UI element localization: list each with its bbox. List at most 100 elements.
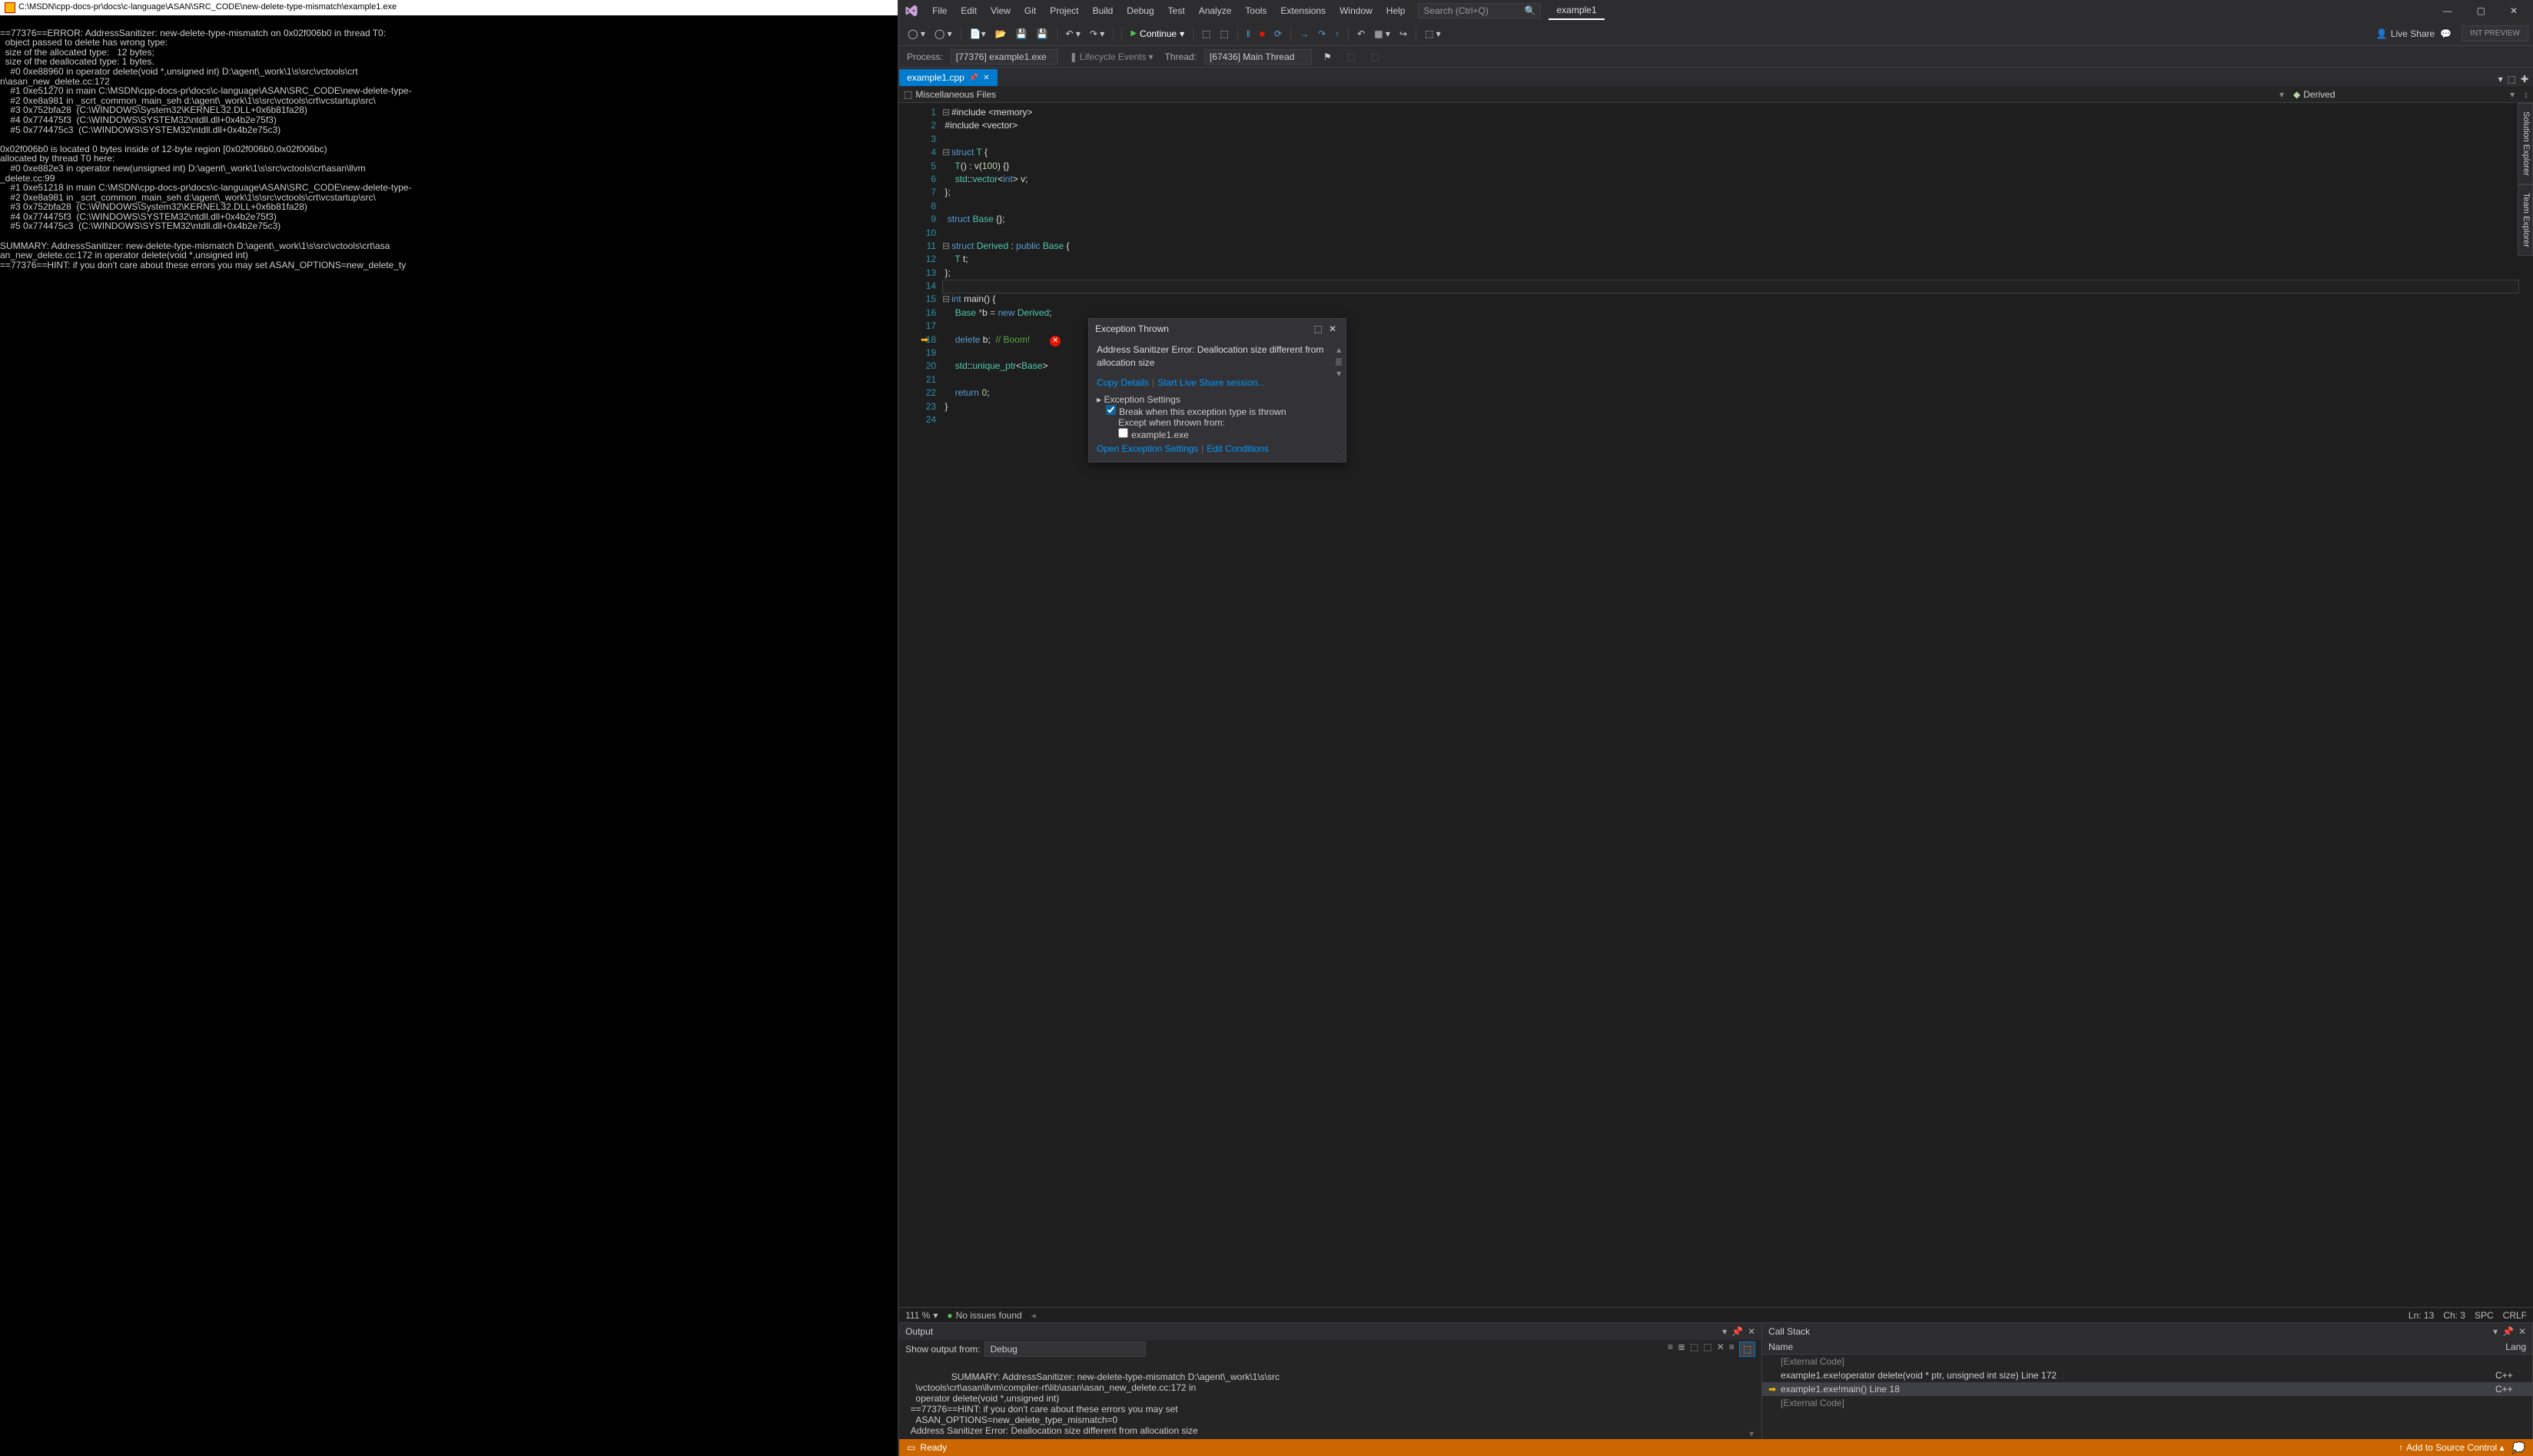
type-combo[interactable]: ◆Derived▾: [2289, 88, 2519, 101]
nav-back-button[interactable]: ◯ ▾: [904, 26, 929, 41]
tab-close-icon[interactable]: ✕: [983, 74, 989, 82]
pause-button[interactable]: ‖: [1243, 26, 1254, 41]
stackframe-button[interactable]: ⬚: [1343, 49, 1359, 65]
console-title-bar[interactable]: C:\MSDN\cpp-docs-pr\docs\c-language\ASAN…: [0, 0, 898, 15]
preview-tab-icon[interactable]: ▾: [2498, 74, 2503, 85]
output-icon[interactable]: ⬚: [1703, 1342, 1711, 1357]
scroll-left-icon[interactable]: ◂: [1031, 1310, 1036, 1321]
process-combo[interactable]: [77376] example1.exe: [951, 49, 1058, 65]
pane-dropdown-icon[interactable]: ▾: [1722, 1326, 1727, 1337]
thread-combo[interactable]: [67436] Main Thread: [1204, 49, 1312, 65]
pane-pin-icon[interactable]: 📌: [2502, 1326, 2514, 1337]
solution-explorer-tab[interactable]: Solution Explorer: [2518, 103, 2533, 184]
save-button[interactable]: 💾: [1012, 26, 1031, 41]
menu-git[interactable]: Git: [1018, 2, 1043, 19]
menu-help[interactable]: Help: [1379, 2, 1413, 19]
split-icon[interactable]: ↕: [2519, 89, 2533, 100]
menu-extensions[interactable]: Extensions: [1273, 2, 1333, 19]
callstack-row[interactable]: example1.exe!operator delete(void * ptr,…: [1762, 1368, 2532, 1382]
open-button[interactable]: 📂: [991, 26, 1011, 41]
output-icon[interactable]: ≡: [1668, 1342, 1673, 1357]
popup-close-icon[interactable]: ✕: [1326, 323, 1340, 334]
close-button[interactable]: ✕: [2498, 1, 2530, 21]
step-fwd-button[interactable]: ↪: [1396, 26, 1411, 41]
undo-button[interactable]: ↶ ▾: [1062, 26, 1084, 41]
nav-fwd-button[interactable]: ◯ ▾: [931, 26, 956, 41]
callstack-col-lang[interactable]: Lang: [2505, 1342, 2526, 1352]
save-all-button[interactable]: 💾: [1033, 26, 1052, 41]
code-editor[interactable]: 123456789101112131415161718192021222324 …: [899, 103, 2533, 1307]
continue-button[interactable]: Continue ▾: [1127, 26, 1188, 41]
pin-icon[interactable]: 📌: [969, 74, 978, 82]
pane-close-icon[interactable]: ✕: [1748, 1326, 1755, 1337]
output-text[interactable]: SUMMARY: AddressSanitizer: new-delete-ty…: [899, 1358, 1761, 1439]
add-to-source-control-button[interactable]: Add to Source Control ▴: [2399, 1442, 2504, 1453]
step-back-button[interactable]: ↶: [1353, 26, 1369, 41]
live-share-button[interactable]: 👤 Live Share: [2376, 28, 2435, 39]
callstack-row[interactable]: [External Code]: [1762, 1396, 2532, 1410]
menu-tools[interactable]: Tools: [1238, 2, 1273, 19]
vs-logo-icon[interactable]: [902, 2, 921, 20]
zoom-combo[interactable]: 111 % ▾: [905, 1310, 938, 1321]
output-clear-icon[interactable]: ✕: [1717, 1342, 1725, 1357]
output-wrap-icon[interactable]: ≡: [1729, 1342, 1735, 1357]
menu-view[interactable]: View: [984, 2, 1018, 19]
open-exception-settings-link[interactable]: Open Exception Settings: [1097, 443, 1198, 454]
pane-close-icon[interactable]: ✕: [2518, 1326, 2526, 1337]
output-source-combo[interactable]: Debug: [984, 1342, 1146, 1357]
scope-combo[interactable]: ⬚Miscellaneous Files▾: [899, 88, 2289, 101]
new-item-button[interactable]: 📄▾: [966, 26, 990, 41]
console-window: C:\MSDN\cpp-docs-pr\docs\c-language\ASAN…: [0, 0, 899, 1456]
console-output[interactable]: ==77376==ERROR: AddressSanitizer: new-de…: [0, 15, 898, 1456]
menu-edit[interactable]: Edit: [954, 2, 984, 19]
debug-icon2[interactable]: ⬚: [1216, 26, 1232, 41]
flag-button[interactable]: ⚑: [1320, 49, 1336, 65]
full-screen-icon[interactable]: ⬚: [2508, 74, 2516, 85]
team-explorer-tab[interactable]: Team Explorer: [2518, 184, 2533, 256]
pin-icon[interactable]: ⬚: [1311, 323, 1326, 334]
menu-build[interactable]: Build: [1086, 2, 1120, 19]
menu-debug[interactable]: Debug: [1120, 2, 1160, 19]
menu-test[interactable]: Test: [1161, 2, 1192, 19]
snapshot-button[interactable]: ▦ ▾: [1370, 26, 1394, 41]
menu-window[interactable]: Window: [1333, 2, 1379, 19]
lifecycle-events-button[interactable]: ❚ Lifecycle Events ▾: [1066, 49, 1157, 65]
debug-icon[interactable]: ⬚: [1198, 26, 1214, 41]
output-active-icon[interactable]: ⬚: [1739, 1342, 1755, 1357]
callstack-row[interactable]: ➡example1.exe!main() Line 18C++: [1762, 1382, 2532, 1396]
output-icon[interactable]: ⬚: [1690, 1342, 1698, 1357]
step-out-button[interactable]: ↑: [1331, 26, 1343, 41]
add-tab-icon[interactable]: ✚: [2521, 74, 2528, 85]
break-on-exception-checkbox[interactable]: [1106, 405, 1116, 415]
redo-button[interactable]: ↷ ▾: [1086, 26, 1108, 41]
menu-project[interactable]: Project: [1043, 2, 1085, 19]
output-icon[interactable]: ≣: [1678, 1342, 1685, 1357]
search-input[interactable]: Search (Ctrl+Q)🔍: [1418, 3, 1541, 18]
feedback-button[interactable]: 💬: [2436, 26, 2455, 41]
pane-dropdown-icon[interactable]: ▾: [2493, 1326, 2498, 1337]
notifications-icon[interactable]: 💭: [2512, 1441, 2525, 1454]
exception-settings-header[interactable]: Exception Settings: [1104, 394, 1180, 405]
restart-button[interactable]: ⟳: [1270, 26, 1286, 41]
callstack-col-name[interactable]: Name: [1768, 1342, 2505, 1352]
menu-file[interactable]: File: [925, 2, 954, 19]
resize-grip-icon[interactable]: ⋰: [1336, 452, 1344, 460]
step-over-button[interactable]: ↷: [1314, 26, 1330, 41]
line-indicator: Ln: 13: [2409, 1310, 2434, 1321]
start-live-share-link[interactable]: Start Live Share session...: [1157, 377, 1265, 388]
tab-example1-cpp[interactable]: example1.cpp 📌 ✕: [899, 69, 998, 86]
except-example1-checkbox[interactable]: [1118, 428, 1128, 438]
maximize-button[interactable]: ▢: [2465, 1, 2498, 21]
issues-indicator[interactable]: No issues found: [947, 1310, 1021, 1321]
int-preview-badge: INT PREVIEW: [2462, 25, 2528, 41]
tool-icon[interactable]: ⬚: [1367, 49, 1383, 65]
tool-button[interactable]: ⬚ ▾: [1421, 26, 1445, 41]
menu-analyze[interactable]: Analyze: [1192, 2, 1239, 19]
pane-pin-icon[interactable]: 📌: [1731, 1326, 1743, 1337]
edit-conditions-link[interactable]: Edit Conditions: [1207, 443, 1269, 454]
step-into-button[interactable]: →: [1296, 26, 1313, 41]
copy-details-link[interactable]: Copy Details: [1097, 377, 1149, 388]
minimize-button[interactable]: —: [2431, 1, 2465, 21]
stop-button[interactable]: ■: [1256, 26, 1269, 41]
callstack-row[interactable]: [External Code]: [1762, 1355, 2532, 1368]
